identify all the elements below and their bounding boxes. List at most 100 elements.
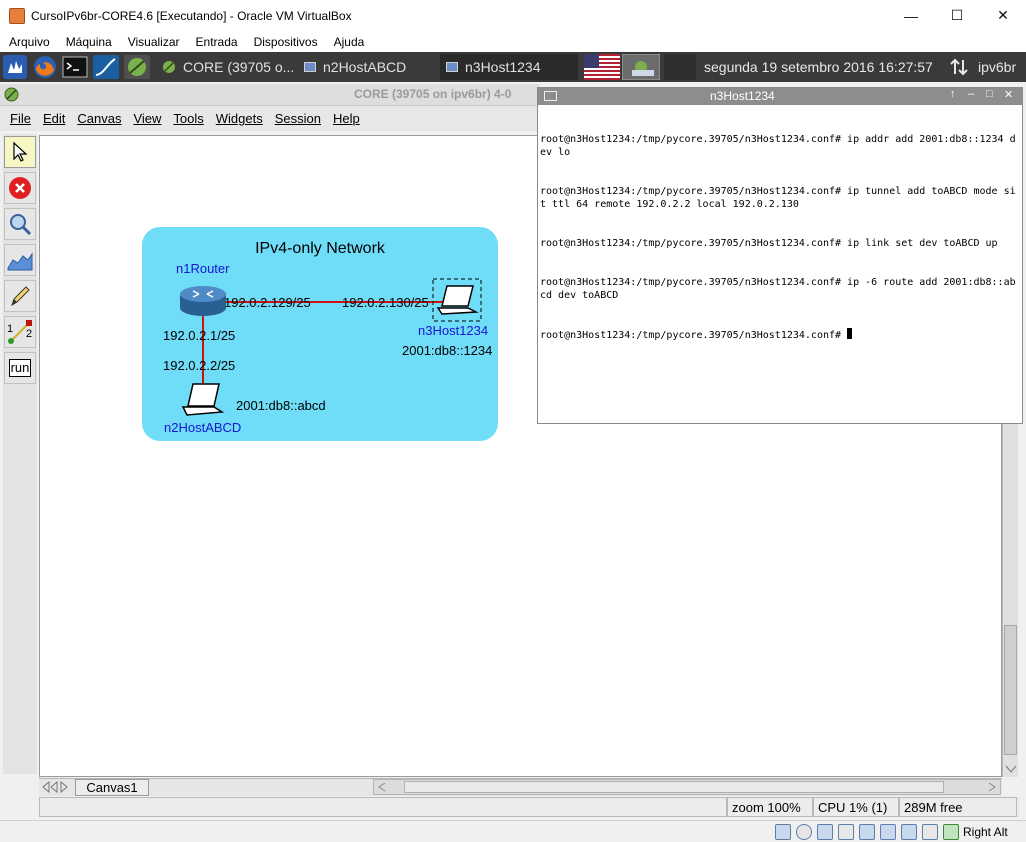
node-ipv6-n3host1234: 2001:db8::1234	[402, 343, 492, 358]
node-label-n1router: n1Router	[176, 261, 230, 276]
status-memory: 289M free	[899, 797, 1017, 817]
terminal-line: root@n3Host1234:/tmp/pycore.39705/n3Host…	[540, 277, 1016, 301]
terminal-maximize-icon[interactable]: □	[986, 88, 993, 100]
link-addr-n2host: 192.0.2.2/25	[163, 358, 235, 373]
workspace-pager-icon[interactable]	[622, 52, 660, 82]
panel-clock[interactable]: segunda 19 setembro 2016 16:27:57	[704, 52, 933, 82]
task-core[interactable]: CORE (39705 o...	[156, 54, 296, 80]
menu-maquina[interactable]: Máquina	[66, 35, 112, 49]
task-n3host1234[interactable]: n3Host1234	[440, 54, 578, 80]
status-message	[39, 797, 727, 817]
scroll-down-icon[interactable]	[1004, 763, 1018, 775]
marker-tool-button[interactable]	[4, 280, 36, 312]
node-label-n3host1234: n3Host1234	[418, 323, 488, 338]
menu-visualizar[interactable]: Visualizar	[128, 35, 180, 49]
canvas-horizontal-scrollbar[interactable]	[373, 779, 1001, 795]
router-node-n1router[interactable]	[180, 286, 226, 316]
terminal-window-n3host1234[interactable]: n3Host1234 ↑ – □ ✕ root@n3Host1234:/tmp/…	[537, 87, 1023, 424]
select-tool-button[interactable]	[4, 136, 36, 168]
menu-ajuda[interactable]: Ajuda	[334, 35, 365, 49]
terminal-prompt-line: root@n3Host1234:/tmp/pycore.39705/n3Host…	[540, 328, 1020, 342]
terminal-title: n3Host1234	[710, 89, 775, 103]
menu-arquivo[interactable]: Arquivo	[9, 35, 50, 49]
core-window-title: CORE (39705 on ipv6br) 4-0	[354, 87, 512, 101]
host-status-bar: Right Alt	[0, 820, 1026, 842]
wireshark-icon[interactable]	[92, 52, 120, 82]
menu-view[interactable]: View	[133, 111, 161, 126]
shared-folders-icon[interactable]	[880, 824, 896, 840]
terminal-minimize-icon[interactable]: –	[968, 88, 974, 100]
task-label: n3Host1234	[465, 59, 541, 75]
menu-file[interactable]: File	[10, 111, 31, 126]
link-addr-router-eth0: 192.0.2.1/25	[163, 328, 235, 343]
run-tool-button[interactable]: run	[4, 352, 36, 384]
core-task-icon	[163, 61, 175, 73]
terminal-line: root@n3Host1234:/tmp/pycore.39705/n3Host…	[540, 186, 1016, 210]
network-icon[interactable]	[838, 824, 854, 840]
display-icon[interactable]	[901, 824, 917, 840]
virtualbox-icon	[9, 7, 25, 24]
core-menu-bar: File Edit Canvas View Tools Widgets Sess…	[0, 106, 540, 131]
menu-edit[interactable]: Edit	[43, 111, 65, 126]
two-node-tool-button[interactable]: 1 2	[4, 316, 36, 348]
link-icon: 1 2	[7, 320, 32, 344]
terminal-output[interactable]: root@n3Host1234:/tmp/pycore.39705/n3Host…	[540, 107, 1020, 407]
maximize-button[interactable]: ☐	[934, 0, 980, 31]
close-button[interactable]: ✕	[980, 0, 1026, 31]
stop-session-button[interactable]	[4, 172, 36, 204]
workspace-pager-2[interactable]	[664, 52, 696, 82]
scroll-left-icon[interactable]	[376, 781, 388, 793]
terminal-title-bar[interactable]: n3Host1234 ↑ – □ ✕	[538, 88, 1022, 105]
menu-widgets[interactable]: Widgets	[216, 111, 263, 126]
vertical-scroll-thumb[interactable]	[1004, 625, 1017, 755]
menu-dispositivos[interactable]: Dispositivos	[254, 35, 318, 49]
task-n2hostabcd[interactable]: n2HostABCD	[298, 54, 438, 80]
usb-icon[interactable]	[859, 824, 875, 840]
window-icon	[304, 62, 316, 72]
core-launcher-icon[interactable]	[123, 52, 151, 82]
terminal-prompt: root@n3Host1234:/tmp/pycore.39705/n3Host…	[540, 330, 848, 341]
recording-icon[interactable]	[922, 824, 938, 840]
core-status-bar: zoom 100% CPU 1% (1) 289M free	[39, 797, 1019, 817]
host-window-title: CursoIPv6br-CORE4.6 [Executando] - Oracl…	[31, 8, 352, 23]
optical-drive-icon[interactable]	[796, 824, 812, 840]
keyboard-layout-flag-icon[interactable]	[584, 52, 620, 82]
guest-panel: CORE (39705 o... n2HostABCD n3Host1234 s…	[0, 52, 1026, 82]
plot-tool-button[interactable]	[4, 244, 36, 276]
stop-icon	[9, 177, 31, 199]
menu-session[interactable]: Session	[275, 111, 321, 126]
task-label: CORE (39705 o...	[183, 59, 295, 75]
network-updown-icon[interactable]	[949, 52, 969, 82]
audio-icon[interactable]	[817, 824, 833, 840]
link-label-1: 1	[7, 323, 13, 335]
task-label: n2HostABCD	[323, 59, 407, 75]
magnifier-icon	[10, 214, 32, 236]
terminal-shade-icon[interactable]: ↑	[950, 88, 956, 100]
canvas-vertical-scrollbar[interactable]	[1002, 420, 1018, 777]
menu-canvas[interactable]: Canvas	[77, 111, 121, 126]
menu-entrada[interactable]: Entrada	[196, 35, 238, 49]
firefox-icon[interactable]	[32, 52, 58, 82]
network-region-label: IPv4-only Network	[255, 240, 386, 257]
core-title-bar: CORE (39705 on ipv6br) 4-0	[0, 84, 540, 106]
link-addr-n3host: 192.0.2.130/25	[342, 295, 429, 310]
terminal-close-icon[interactable]: ✕	[1004, 88, 1013, 101]
status-cpu: CPU 1% (1)	[813, 797, 899, 817]
observer-widgets-button[interactable]	[4, 208, 36, 240]
arrow-pointer-icon	[13, 141, 28, 162]
menu-tools[interactable]: Tools	[173, 111, 203, 126]
start-menu-icon[interactable]	[3, 52, 27, 82]
window-icon	[446, 62, 458, 72]
scroll-right-icon[interactable]	[986, 781, 998, 793]
mouse-integration-icon[interactable]	[943, 824, 959, 840]
disk-icon[interactable]	[775, 824, 791, 840]
tab-scroll-arrows-icon[interactable]	[41, 780, 75, 794]
horizontal-scroll-thumb[interactable]	[404, 781, 944, 793]
link-label-2: 2	[26, 328, 32, 340]
terminal-launcher-icon[interactable]	[62, 52, 88, 82]
minimize-button[interactable]: —	[888, 0, 934, 31]
node-label-n2hostabcd: n2HostABCD	[164, 420, 241, 435]
terminal-line: root@n3Host1234:/tmp/pycore.39705/n3Host…	[540, 238, 998, 249]
tab-canvas1[interactable]: Canvas1	[75, 779, 149, 796]
menu-help[interactable]: Help	[333, 111, 360, 126]
